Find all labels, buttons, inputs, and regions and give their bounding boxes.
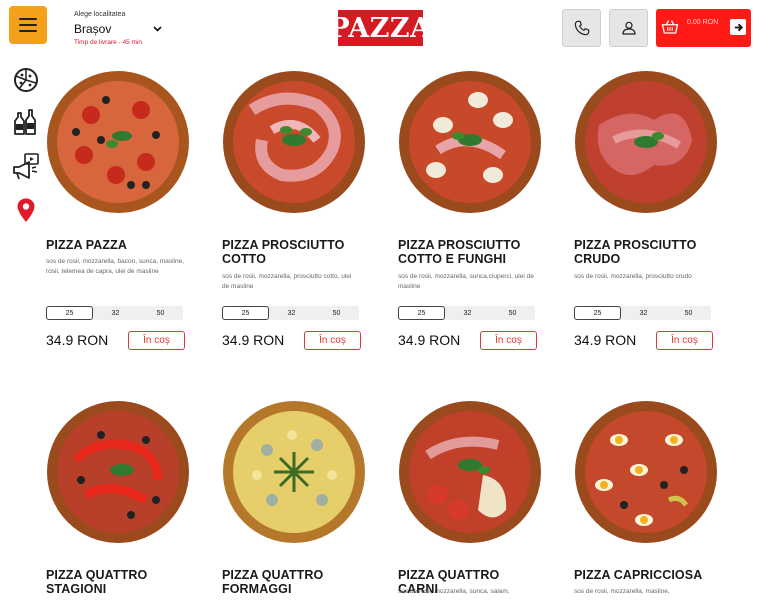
location-pin-icon bbox=[17, 198, 35, 222]
sidebar-item-locations[interactable] bbox=[12, 196, 40, 224]
pizza-icon bbox=[14, 68, 38, 92]
cart-button[interactable]: 0.00 RON bbox=[656, 9, 751, 47]
location-label: Alege localitatea bbox=[74, 11, 126, 18]
size-option[interactable]: 50 bbox=[490, 306, 535, 320]
sidebar-item-pizza[interactable] bbox=[12, 66, 40, 94]
size-option[interactable]: 32 bbox=[93, 306, 138, 320]
size-selector: 25 32 50 bbox=[222, 306, 359, 320]
size-option[interactable]: 50 bbox=[138, 306, 183, 320]
size-option[interactable]: 25 bbox=[574, 306, 621, 320]
sidebar-item-drinks[interactable] bbox=[12, 108, 40, 136]
phone-button[interactable] bbox=[562, 9, 601, 47]
product-name[interactable]: PIZZA PROSCIUTTO COTTO E FUNGHI bbox=[398, 238, 538, 266]
header: Alege localitatea Brașov Timp de livrare… bbox=[0, 0, 760, 60]
size-option[interactable]: 50 bbox=[666, 306, 711, 320]
basket-icon bbox=[661, 20, 679, 34]
pizza-image[interactable] bbox=[222, 70, 366, 214]
product-description: sos de rosii, mozzarella, bacon, sunca, … bbox=[46, 258, 185, 275]
product-description: sos de rosii, mozzarella, sunca,ciuperci… bbox=[398, 273, 534, 290]
add-to-cart-button[interactable]: În coș bbox=[304, 331, 361, 350]
pizza-image[interactable] bbox=[222, 400, 366, 544]
delivery-time: Timp de livrare - 45 min bbox=[74, 39, 143, 46]
size-selector: 25 32 50 bbox=[574, 306, 711, 320]
product-description: sos de rosii, mozzarella, sunca, salam, bbox=[398, 588, 510, 595]
account-button[interactable] bbox=[609, 9, 648, 47]
pizza-image[interactable] bbox=[398, 400, 542, 544]
pizza-image[interactable] bbox=[574, 70, 718, 214]
size-option[interactable]: 25 bbox=[398, 306, 445, 320]
chevron-down-icon bbox=[153, 26, 162, 32]
menu-button[interactable] bbox=[9, 6, 47, 44]
size-selector: 25 32 50 bbox=[46, 306, 183, 320]
logo-text: PAZZA bbox=[329, 12, 432, 44]
size-option[interactable]: 32 bbox=[621, 306, 666, 320]
location-selector[interactable]: Alege localitatea Brașov Timp de livrare… bbox=[74, 10, 162, 46]
size-option[interactable]: 25 bbox=[46, 306, 93, 320]
size-option[interactable]: 32 bbox=[269, 306, 314, 320]
phone-icon bbox=[574, 20, 589, 36]
product-price: 34.9 RON bbox=[574, 332, 637, 348]
product-price: 34.9 RON bbox=[398, 332, 461, 348]
add-to-cart-button[interactable]: În coș bbox=[128, 331, 185, 350]
city-select[interactable]: Brașov bbox=[74, 22, 162, 36]
promo-megaphone-icon bbox=[13, 153, 39, 180]
product-price: 34.9 RON bbox=[46, 332, 109, 348]
logo[interactable]: PAZZA bbox=[329, 10, 431, 46]
size-option[interactable]: 32 bbox=[445, 306, 490, 320]
product-name[interactable]: PIZZA CAPRICCIOSA bbox=[574, 568, 714, 582]
product-description: sos de rosii, mozzarella, prosciutto cot… bbox=[222, 273, 352, 290]
city-value: Brașov bbox=[74, 22, 112, 36]
pizza-image[interactable] bbox=[46, 400, 190, 544]
product-name[interactable]: PIZZA PROSCIUTTO CRUDO bbox=[574, 238, 714, 266]
cart-total: 0.00 RON bbox=[687, 19, 719, 26]
pizza-image[interactable] bbox=[46, 70, 190, 214]
checkout-arrow-icon[interactable] bbox=[730, 19, 746, 35]
sidebar-item-promo[interactable] bbox=[12, 152, 40, 180]
drinks-icon bbox=[14, 109, 36, 135]
product-name[interactable]: PIZZA PROSCIUTTO COTTO bbox=[222, 238, 362, 266]
add-to-cart-button[interactable]: În coș bbox=[480, 331, 537, 350]
product-name[interactable]: PIZZA QUATTRO STAGIONI bbox=[46, 568, 186, 596]
add-to-cart-button[interactable]: În coș bbox=[656, 331, 713, 350]
hamburger-icon bbox=[19, 18, 37, 20]
product-description: sos de rosii, mozzarella, prosciutto cru… bbox=[574, 273, 692, 280]
product-name[interactable]: PIZZA QUATTRO FORMAGGI bbox=[222, 568, 362, 596]
product-price: 34.9 RON bbox=[222, 332, 285, 348]
size-option[interactable]: 25 bbox=[222, 306, 269, 320]
size-selector: 25 32 50 bbox=[398, 306, 535, 320]
pizza-image[interactable] bbox=[574, 400, 718, 544]
pizza-image[interactable] bbox=[398, 70, 542, 214]
product-name[interactable]: PIZZA PAZZA bbox=[46, 238, 186, 252]
size-option[interactable]: 50 bbox=[314, 306, 359, 320]
user-icon bbox=[621, 21, 636, 35]
product-description: sos de rosii, mozzarella, masline, bbox=[574, 588, 670, 595]
